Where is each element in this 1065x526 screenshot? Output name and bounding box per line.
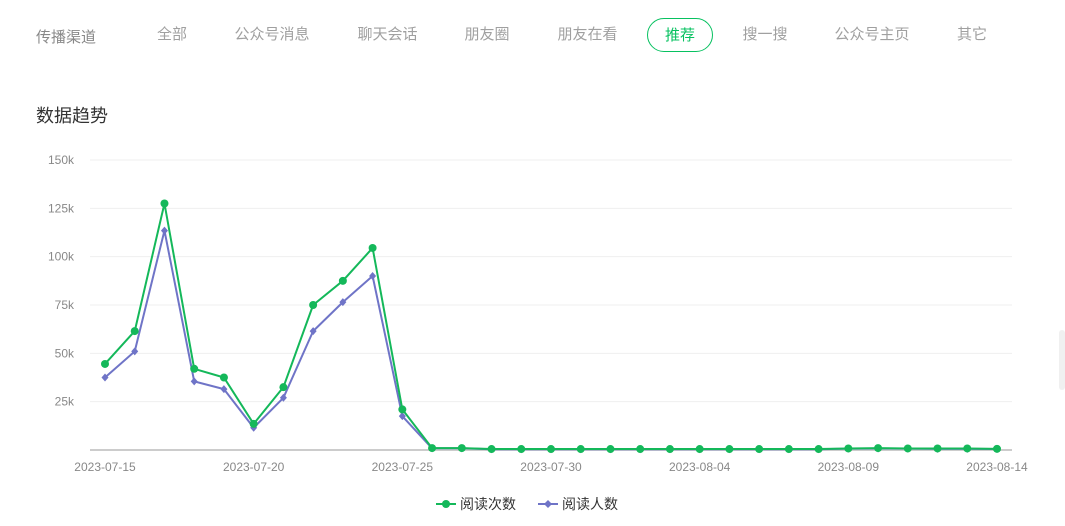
legend-label-readers: 阅读人数 <box>562 496 618 512</box>
x-tick-label: 2023-07-30 <box>520 460 582 474</box>
data-point-reads <box>874 444 883 453</box>
data-point-reads <box>725 445 734 454</box>
y-tick-label: 150k <box>48 153 75 167</box>
legend-diamond-icon <box>538 500 558 508</box>
data-point-reads <box>755 445 764 454</box>
data-point-reads <box>547 445 555 454</box>
data-point-reads <box>695 445 704 454</box>
tab-official-account-message[interactable]: 公众号消息 <box>228 18 316 52</box>
data-point-reads <box>903 444 912 453</box>
data-point-reads <box>279 383 288 392</box>
data-point-reads <box>309 301 318 309</box>
data-point-reads <box>665 445 674 454</box>
data-point-reads <box>130 327 139 336</box>
y-tick-label: 75k <box>55 298 75 312</box>
series-line-readers <box>104 229 998 451</box>
data-point-reads <box>844 444 853 453</box>
x-tick-label: 2023-08-09 <box>818 460 880 474</box>
chart-legend: 阅读次数 阅读人数 <box>0 494 1065 514</box>
data-point-reads <box>219 373 228 382</box>
data-point-reads <box>636 445 645 454</box>
tab-recommend[interactable]: 推荐 <box>647 18 713 52</box>
trend-chart: 25k 50k 75k 100k 125k 150k 2023-07-15 2023-07-2… <box>48 153 1028 474</box>
data-point-reads <box>428 444 437 453</box>
data-point-reads <box>368 243 377 252</box>
section-title: 数据趋势 <box>36 106 108 126</box>
data-point-reads <box>101 359 109 368</box>
page-scrollbar[interactable] <box>1059 330 1065 390</box>
legend-item-reads[interactable]: 阅读次数 <box>436 494 516 514</box>
data-point-reads <box>993 444 1001 453</box>
data-point-reads <box>517 445 526 454</box>
data-point-reads <box>487 445 496 454</box>
data-point-reads <box>814 445 823 454</box>
y-tick-label: 50k <box>55 346 75 360</box>
x-tick-label: 2023-07-20 <box>223 460 285 474</box>
data-point-reads <box>160 199 169 208</box>
data-point-reads <box>606 445 615 454</box>
legend-item-readers[interactable]: 阅读人数 <box>538 494 618 514</box>
tab-friends-watching[interactable]: 朋友在看 <box>550 18 625 52</box>
data-point-reads <box>784 445 793 454</box>
data-point-reads <box>398 405 407 414</box>
tab-chat-session[interactable]: 聊天会话 <box>350 18 425 52</box>
x-tick-label: 2023-07-15 <box>74 460 136 474</box>
data-point-reads <box>457 444 466 453</box>
data-point-reads <box>338 276 347 285</box>
channel-label: 传播渠道 <box>36 29 97 46</box>
y-tick-label: 25k <box>55 395 75 409</box>
x-tick-label: 2023-08-04 <box>669 460 731 474</box>
tab-moments[interactable]: 朋友圈 <box>456 18 518 52</box>
data-point-reads <box>249 419 258 428</box>
legend-label-reads: 阅读次数 <box>460 496 516 512</box>
data-point-readers <box>160 226 168 235</box>
data-point-reads <box>963 444 972 453</box>
tab-official-account-homepage[interactable]: 公众号主页 <box>827 18 917 52</box>
tab-other[interactable]: 其它 <box>950 18 994 52</box>
data-point-reads <box>933 444 942 453</box>
series-line-reads <box>104 202 998 451</box>
legend-circle-icon <box>436 500 456 508</box>
tab-search[interactable]: 搜一搜 <box>735 18 795 52</box>
x-tick-label: 2023-08-14 <box>966 460 1028 474</box>
tab-all[interactable]: 全部 <box>145 18 199 52</box>
channel-tab-bar: 传播渠道 全部 公众号消息 聊天会话 朋友圈 朋友在看 推荐 搜一搜 公众号主页… <box>0 0 1065 70</box>
data-point-reads <box>190 364 199 373</box>
x-tick-label: 2023-07-25 <box>372 460 434 474</box>
data-point-reads <box>576 445 585 454</box>
data-point-readers <box>190 377 198 386</box>
y-tick-label: 100k <box>48 250 75 264</box>
y-tick-label: 125k <box>48 201 75 215</box>
